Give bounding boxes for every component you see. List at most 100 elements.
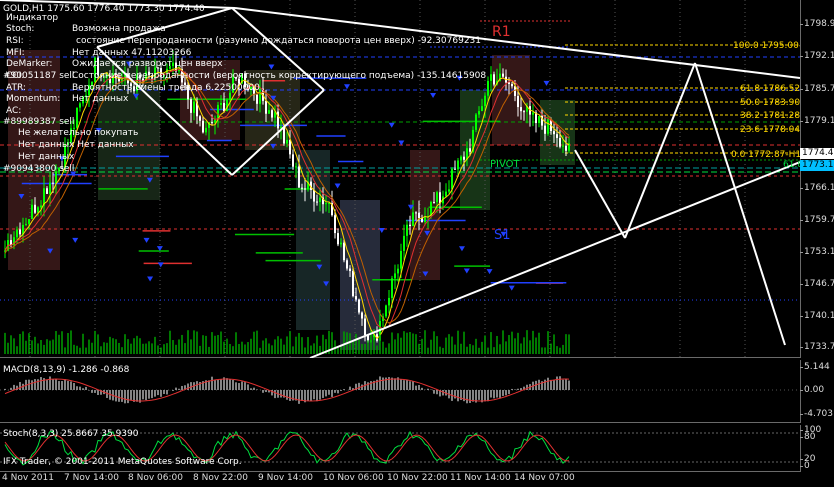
- candle-body: [343, 242, 345, 261]
- fractal-arrow: [463, 268, 470, 274]
- candle-body: [313, 189, 315, 202]
- candle-body: [424, 217, 426, 223]
- candle-body: [301, 187, 303, 189]
- candle-body: [481, 106, 483, 112]
- trend-line: [574, 149, 626, 239]
- candle-body: [400, 250, 402, 269]
- candle-body: [25, 223, 27, 225]
- candle-body: [553, 131, 555, 135]
- macd-axis-tick: -4.703: [799, 409, 834, 419]
- macd-axis[interactable]: 5.144 0.00 -4.703: [799, 360, 834, 423]
- candle-body: [337, 233, 339, 245]
- macd-axis-tick: 5.144: [800, 362, 830, 372]
- candle-body: [406, 224, 408, 236]
- candle-body: [199, 116, 201, 121]
- time-axis[interactable]: 4 Nov 2011 7 Nov 14:00 8 Nov 06:00 8 Nov 22…: [0, 472, 834, 487]
- candle-body: [412, 212, 414, 227]
- sell-order-label[interactable]: #90051187 sell: [3, 71, 74, 81]
- candle-body: [40, 205, 42, 208]
- candle-body: [292, 154, 294, 167]
- price-axis-tick: 1746.70: [799, 279, 834, 289]
- indicator-value: Ожидается разворот цен вверх: [72, 59, 223, 69]
- candle-body: [295, 166, 297, 168]
- price-axis-tick: 1733.70: [799, 342, 834, 352]
- candle-body: [436, 192, 438, 203]
- indicator-value: Состояние перепроданности (вероятность к…: [72, 71, 487, 81]
- time-axis-label: 8 Nov 22:00: [193, 473, 248, 483]
- candle-body: [265, 100, 267, 114]
- advice-line: Нет данных: [18, 152, 75, 162]
- fractal-arrow: [430, 92, 437, 98]
- fractal-arrow: [388, 122, 395, 128]
- trend-line: [624, 62, 696, 239]
- trend-line: [309, 161, 800, 358]
- candle-body: [49, 182, 51, 194]
- main-chart-pane[interactable]: GOLD,H1 1775.60 1776.40 1773.30 1774.40 …: [0, 0, 816, 358]
- candle-body: [76, 107, 78, 128]
- stoch-label: Stoch(8,3,3) 25.8667 35.9390: [3, 429, 139, 439]
- candle-body: [394, 273, 396, 279]
- candle-body: [403, 235, 405, 251]
- candle-body: [538, 116, 540, 124]
- macd-axis-tick: 0.00: [799, 385, 825, 395]
- stochastic-pane[interactable]: Stoch(8,3,3) 25.8667 35.9390 IFX Trader,…: [0, 425, 800, 472]
- candle-body: [490, 74, 492, 81]
- indicator-value: Возможна продажа: [72, 24, 166, 34]
- time-axis-label: 4 Nov 2011: [2, 473, 54, 483]
- candle-body: [388, 297, 390, 306]
- indicator-value: Нет данных 47.11203266: [72, 48, 192, 58]
- time-axis-label: 14 Nov 07:00: [514, 473, 575, 483]
- macd-pane[interactable]: MACD(8,13,9) -1.286 -0.868: [0, 360, 800, 423]
- candle-body: [319, 197, 321, 202]
- stoch-axis-tick: 80: [799, 432, 816, 442]
- candle-body: [202, 120, 204, 133]
- indicator-name: AC:: [6, 106, 22, 116]
- candle-body: [205, 127, 207, 133]
- r1-level-label: R1: [492, 24, 511, 40]
- candle-body: [304, 188, 306, 190]
- candle-body: [397, 268, 399, 274]
- sell-order-label[interactable]: #89989387 sell: [3, 117, 74, 127]
- price-axis-tick: 1753.10: [799, 247, 834, 257]
- fractal-arrow: [543, 80, 550, 86]
- candle-body: [433, 201, 435, 203]
- candle-body: [361, 312, 363, 319]
- candle-body: [451, 168, 453, 190]
- candle-body: [532, 112, 534, 115]
- fractal-arrow: [486, 269, 493, 275]
- candle-body: [229, 92, 231, 100]
- candle-body: [556, 134, 558, 138]
- candle-body: [286, 139, 288, 144]
- indicator-name: Индикатор: [6, 13, 59, 23]
- advice-line: Не желательно покупать: [18, 128, 139, 138]
- candle-body: [34, 204, 36, 213]
- candle-body: [217, 104, 219, 119]
- candle-body: [508, 82, 510, 84]
- time-axis-label: 8 Nov 06:00: [128, 473, 183, 483]
- stochastic-axis[interactable]: 100 80 20 0: [799, 425, 834, 472]
- macd-label: MACD(8,13,9) -1.286 -0.868: [3, 365, 130, 375]
- sell-order-label[interactable]: #90943800 sell: [3, 164, 74, 174]
- candle-body: [514, 86, 516, 96]
- range-box: [492, 55, 530, 145]
- candle-body: [475, 114, 477, 130]
- current-price-tag: 1774.40: [800, 148, 834, 159]
- candle-body: [352, 271, 354, 297]
- candle-body: [511, 83, 513, 87]
- candle-body: [487, 80, 489, 96]
- fractal-arrow: [458, 246, 465, 252]
- price-axis[interactable]: 1798.901792.101785.701779.101772.701766.…: [799, 0, 834, 358]
- price-axis-tick: 1779.10: [799, 116, 834, 126]
- candle-body: [334, 215, 336, 234]
- candle-body: [52, 182, 54, 184]
- indicator-name: MFI:: [6, 48, 25, 58]
- candle-body: [271, 110, 273, 118]
- candle-body: [520, 107, 522, 112]
- candle-body: [298, 166, 300, 188]
- candle-body: [346, 260, 348, 269]
- secondary-price-tag: 1773.10: [800, 160, 834, 171]
- price-axis-tick: 1766.10: [799, 183, 834, 193]
- candle-body: [340, 242, 342, 245]
- candle-body: [448, 189, 450, 192]
- candle-body: [193, 101, 195, 113]
